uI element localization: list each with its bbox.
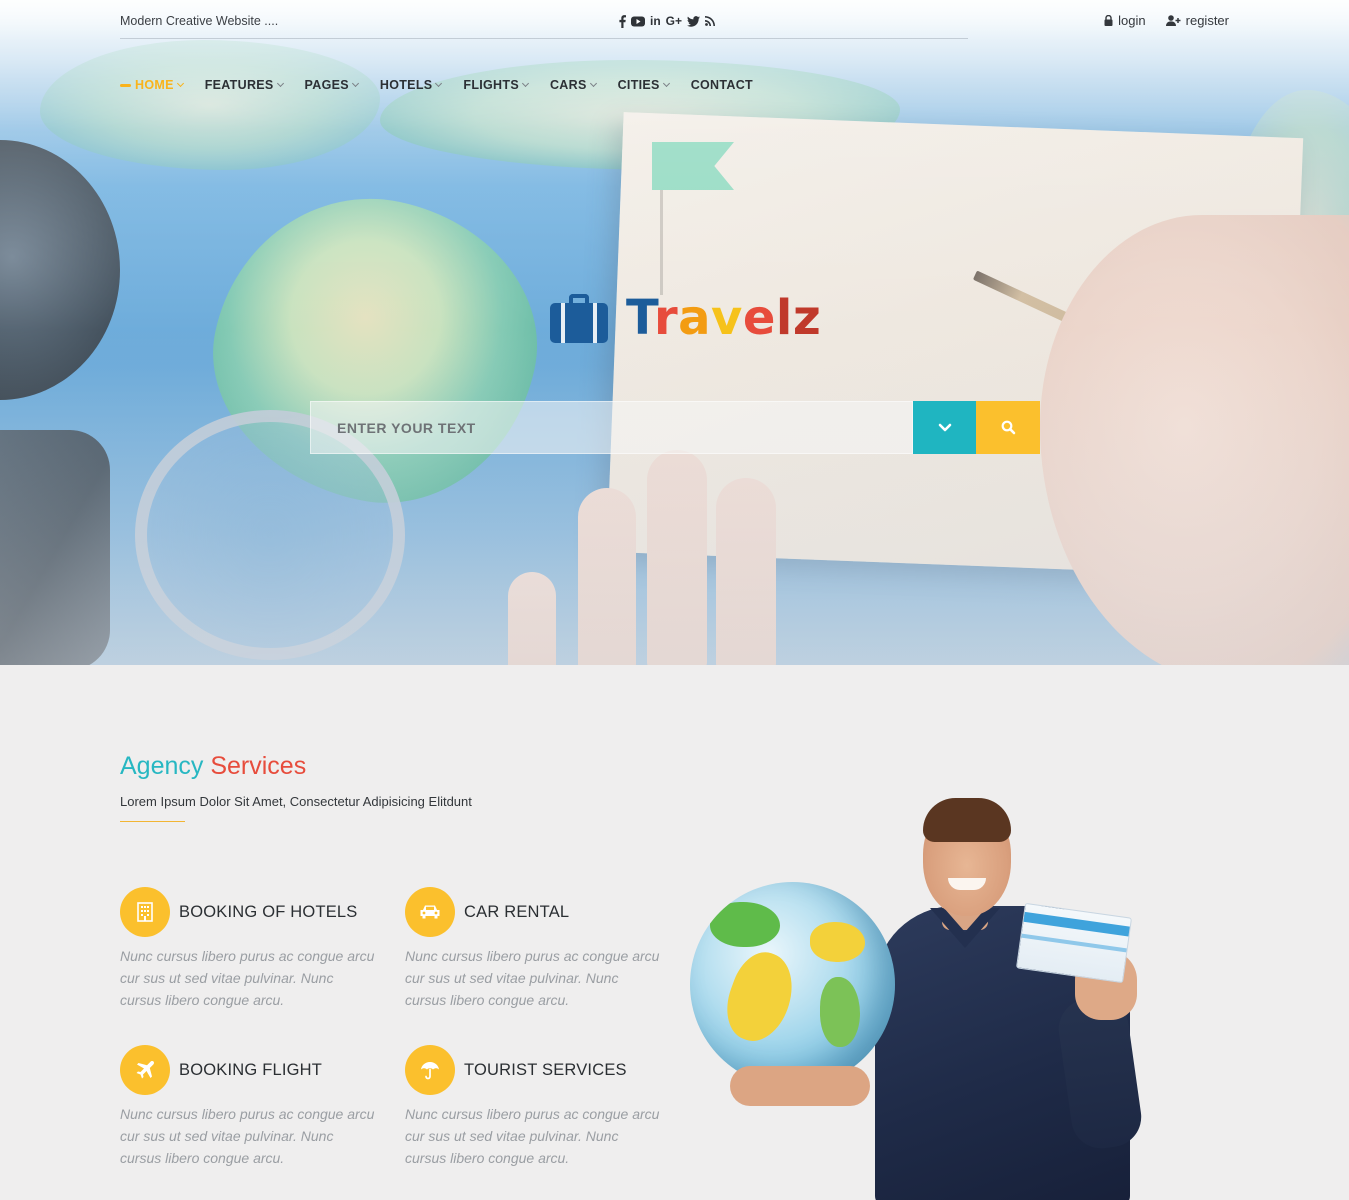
hero-banner: Modern Creative Website .... in G+ login	[0, 0, 1349, 665]
nav-label: CARS	[549, 78, 587, 92]
logo-wordmark: Travelz	[626, 290, 821, 346]
logo-letter: e	[742, 290, 776, 346]
google-plus-icon[interactable]: G+	[666, 14, 682, 28]
hair	[923, 798, 1011, 842]
youtube-icon[interactable]	[631, 14, 645, 28]
search-input[interactable]	[337, 419, 912, 436]
logo-letter: a	[678, 290, 712, 346]
nav-label: HOME	[135, 78, 174, 92]
logo-letter: T	[626, 290, 654, 346]
nav-item-cities[interactable]: CITIES	[617, 78, 670, 92]
site-tagline: Modern Creative Website ....	[120, 14, 279, 28]
nav-item-hotels[interactable]: HOTELS	[379, 78, 443, 92]
top-bar: Modern Creative Website .... in G+ login	[0, 0, 1349, 40]
nav-item-pages[interactable]: PAGES	[304, 78, 359, 92]
suitcase-icon	[550, 294, 608, 343]
login-link[interactable]: login	[1104, 13, 1146, 28]
facebook-icon[interactable]	[619, 14, 626, 28]
service-title: BOOKING FLIGHT	[179, 1060, 323, 1079]
services-title-part1: Agency	[120, 752, 204, 780]
chevron-down-icon	[435, 79, 443, 88]
nav-item-home[interactable]: HOME	[120, 78, 184, 92]
social-links: in G+	[619, 14, 716, 28]
nav-item-flights[interactable]: FLIGHTS	[463, 78, 530, 92]
smile	[948, 878, 986, 890]
chevron-down-icon	[276, 79, 284, 88]
main-nav: HOME FEATURES PAGES HOTELS FLIGHTS CARS …	[120, 78, 775, 92]
register-link[interactable]: register	[1165, 13, 1229, 28]
login-label: login	[1118, 13, 1146, 28]
service-description: Nunc cursus libero purus ac congue arcu …	[405, 948, 660, 1008]
service-title: BOOKING OF HOTELS	[179, 902, 358, 921]
twitter-icon[interactable]	[687, 14, 701, 28]
add-user-icon	[1165, 15, 1181, 26]
nav-label: FEATURES	[204, 78, 274, 92]
nav-item-contact[interactable]: CONTACT	[691, 78, 753, 92]
logo-letter: l	[775, 290, 793, 346]
service-booking-hotels: BOOKING OF HOTELS Nunc cursus libero pur…	[120, 887, 380, 1011]
services-title-part2: Services	[210, 752, 307, 780]
chevron-down-icon	[938, 423, 951, 431]
linkedin-icon[interactable]: in	[650, 14, 661, 28]
topbar-divider	[120, 38, 968, 39]
services-title: Agency Services	[120, 752, 306, 781]
chevron-down-icon	[351, 79, 359, 88]
car-icon	[405, 887, 455, 937]
service-tourist-services: TOURIST SERVICES Nunc cursus libero puru…	[405, 1045, 665, 1169]
chevron-down-icon	[589, 79, 597, 88]
search-bar	[310, 401, 1040, 454]
logo-letter: z	[792, 290, 822, 346]
hotel-icon	[120, 887, 170, 937]
auth-links: login register	[1104, 13, 1229, 28]
nav-label: HOTELS	[379, 78, 433, 92]
search-icon	[1001, 420, 1015, 435]
nav-label: FLIGHTS	[463, 78, 519, 92]
services-subtitle: Lorem Ipsum Dolor Sit Amet, Consectetur …	[120, 794, 472, 809]
chevron-down-icon	[662, 79, 670, 88]
service-description: Nunc cursus libero purus ac congue arcu …	[120, 1106, 375, 1166]
chevron-down-icon	[521, 79, 530, 88]
service-title: CAR RENTAL	[464, 902, 570, 921]
service-booking-flight: BOOKING FLIGHT Nunc cursus libero purus …	[120, 1045, 380, 1169]
nav-item-cars[interactable]: CARS	[549, 78, 597, 92]
nav-item-features[interactable]: FEATURES	[204, 78, 284, 92]
nav-label: CITIES	[617, 78, 660, 92]
service-title: TOURIST SERVICES	[464, 1060, 627, 1079]
traveler-illustration	[690, 798, 1150, 1200]
service-description: Nunc cursus libero purus ac congue arcu …	[120, 948, 375, 1008]
rss-icon[interactable]	[705, 14, 716, 28]
palm	[730, 1066, 870, 1106]
site-logo[interactable]: Travelz	[550, 290, 821, 346]
register-label: register	[1185, 13, 1229, 28]
globe-icon	[690, 882, 895, 1087]
search-button[interactable]	[976, 401, 1040, 454]
nav-label: PAGES	[304, 78, 349, 92]
service-description: Nunc cursus libero purus ac congue arcu …	[405, 1106, 660, 1166]
search-field-wrapper	[310, 401, 913, 454]
logo-letter: v	[711, 290, 743, 346]
umbrella-icon	[405, 1045, 455, 1095]
logo-letter: r	[653, 290, 679, 346]
chevron-down-icon	[176, 79, 184, 88]
active-indicator	[120, 83, 131, 87]
service-car-rental: CAR RENTAL Nunc cursus libero purus ac c…	[405, 887, 665, 1011]
search-dropdown-button[interactable]	[913, 401, 976, 454]
plane-icon	[120, 1045, 170, 1095]
nav-label: CONTACT	[690, 78, 753, 92]
services-divider	[120, 821, 185, 822]
lock-icon	[1104, 15, 1113, 26]
